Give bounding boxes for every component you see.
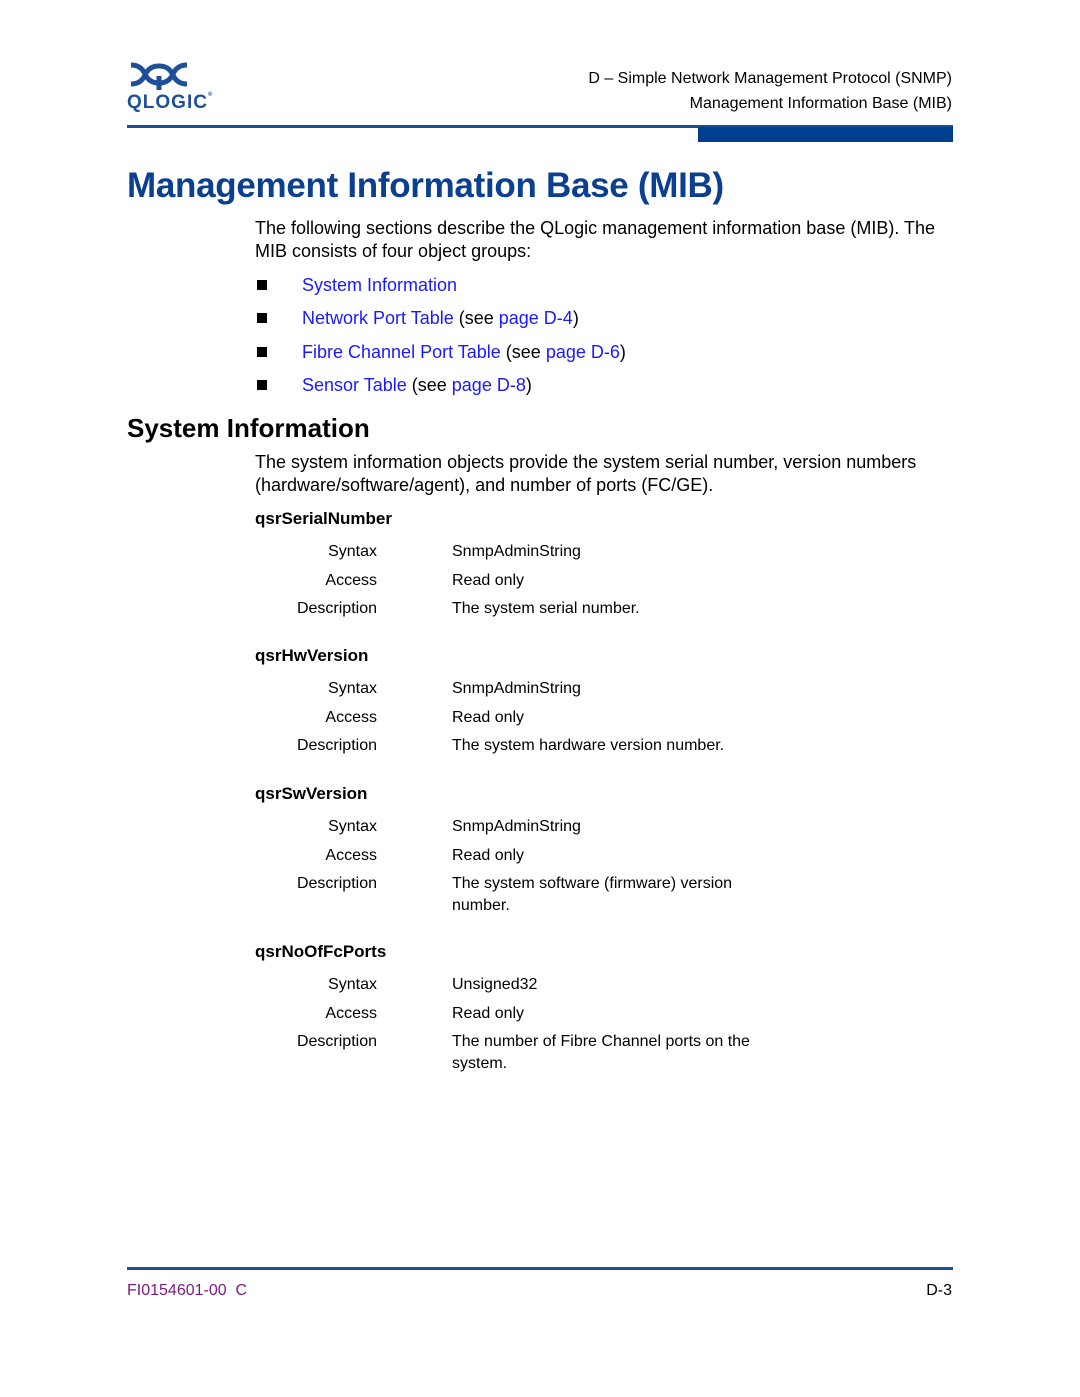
property-value: SnmpAdminString bbox=[452, 680, 581, 697]
running-header: D – Simple Network Management Protocol (… bbox=[588, 66, 952, 116]
page-title: Management Information Base (MIB) bbox=[127, 166, 724, 205]
object-name: qsrSwVersion bbox=[255, 784, 368, 803]
property-row: Syntax Unsigned32 bbox=[255, 974, 955, 1003]
see-text: (see bbox=[406, 374, 452, 395]
property-row: Description The number of Fibre Channel p… bbox=[255, 1031, 955, 1081]
property-label: Description bbox=[296, 875, 377, 893]
bullet-square-icon bbox=[257, 280, 267, 290]
property-value: Read only bbox=[452, 1004, 525, 1022]
object-properties: Syntax SnmpAdminString Access Read only De… bbox=[255, 541, 955, 627]
mib-object-qsrswversion: qsrSwVersion Syntax SnmpAdminString Acces… bbox=[255, 782, 955, 923]
property-value: The number of Fibre Channel ports on the… bbox=[452, 1033, 750, 1073]
property-label: Syntax bbox=[328, 976, 377, 993]
object-properties: Syntax SnmpAdminString Access Read only De… bbox=[255, 816, 955, 923]
property-label: Access bbox=[325, 571, 377, 589]
link-sensor-table[interactable]: Sensor Table bbox=[302, 375, 407, 395]
property-value: The system serial number. bbox=[452, 600, 640, 618]
property-label: Access bbox=[325, 1004, 377, 1022]
header-section: Management Information Base (MIB) bbox=[689, 95, 952, 112]
bullet-square-icon bbox=[257, 379, 267, 390]
object-name: qsrHwVersion bbox=[255, 646, 369, 665]
property-label: Syntax bbox=[328, 543, 377, 560]
property-value: The system software (firmware) version n… bbox=[452, 875, 733, 915]
logo-wordmark: QLOGIC® bbox=[127, 92, 212, 114]
property-row: Description The system hardware version n… bbox=[255, 735, 955, 764]
property-value: SnmpAdminString bbox=[452, 818, 581, 835]
property-row: Access Read only bbox=[255, 707, 955, 736]
paren-close: ) bbox=[572, 308, 579, 329]
property-row: Description The system software (firmware… bbox=[255, 873, 955, 923]
mib-object-qsrhwversion: qsrHwVersion Syntax SnmpAdminString Acces… bbox=[255, 644, 955, 764]
section-title: System Information bbox=[127, 413, 370, 443]
object-properties: Syntax Unsigned32 Access Read only Descrip… bbox=[255, 974, 955, 1081]
property-row: Description The system serial number. bbox=[255, 598, 955, 627]
property-row: Access Read only bbox=[255, 845, 955, 874]
property-row: Access Read only bbox=[255, 570, 955, 599]
property-value: SnmpAdminString bbox=[452, 543, 581, 560]
paren-close: ) bbox=[619, 341, 626, 362]
property-value: The system hardware version number. bbox=[452, 737, 725, 755]
intro-paragraph: The following sections describe the QLog… bbox=[255, 218, 936, 261]
see-text: (see bbox=[500, 341, 546, 362]
object-properties: Syntax SnmpAdminString Access Read only De… bbox=[255, 678, 955, 764]
header-chapter: D – Simple Network Management Protocol (… bbox=[588, 70, 952, 87]
bullet-square-icon bbox=[257, 313, 267, 324]
footer-rule bbox=[127, 1267, 953, 1270]
property-value: Read only bbox=[452, 571, 525, 589]
property-label: Syntax bbox=[328, 680, 377, 697]
document-number: FI0154601-00 C bbox=[127, 1282, 248, 1299]
bullet-square-icon bbox=[257, 346, 267, 357]
mib-object-qsrserialnumber: qsrSerialNumber Syntax SnmpAdminString Ac… bbox=[255, 507, 955, 627]
property-row: Syntax SnmpAdminString bbox=[255, 541, 955, 570]
see-text: (see bbox=[453, 308, 499, 329]
property-label: Description bbox=[296, 737, 377, 755]
property-label: Syntax bbox=[328, 818, 377, 835]
object-name: qsrNoOfFcPorts bbox=[255, 942, 387, 961]
paren-close: ) bbox=[525, 374, 532, 395]
link-page-d4[interactable]: page D-4 bbox=[499, 308, 573, 328]
page-number: D-3 bbox=[926, 1282, 952, 1299]
property-label: Description bbox=[296, 600, 377, 618]
qlogic-logo-icon bbox=[130, 62, 188, 90]
link-system-information[interactable]: System Information bbox=[302, 275, 457, 295]
logo-text: QLOGIC bbox=[127, 92, 208, 113]
registered-mark: ® bbox=[207, 92, 213, 98]
property-value: Read only bbox=[452, 846, 525, 864]
link-page-d6[interactable]: page D-6 bbox=[546, 342, 620, 362]
property-row: Access Read only bbox=[255, 1003, 955, 1032]
link-page-d8[interactable]: page D-8 bbox=[452, 375, 526, 395]
property-row: Syntax SnmpAdminString bbox=[255, 816, 955, 845]
qlogic-logo: QLOGIC® bbox=[127, 62, 222, 118]
property-value: Read only bbox=[452, 708, 525, 726]
header-accent-bar bbox=[698, 127, 953, 142]
property-label: Access bbox=[325, 846, 377, 864]
link-network-port-table[interactable]: Network Port Table bbox=[302, 308, 454, 328]
property-row: Syntax SnmpAdminString bbox=[255, 678, 955, 707]
object-name: qsrSerialNumber bbox=[255, 509, 392, 528]
section-intro: The system information objects provide t… bbox=[255, 452, 917, 495]
link-fibre-channel-port-table[interactable]: Fibre Channel Port Table bbox=[302, 342, 501, 362]
property-value: Unsigned32 bbox=[452, 976, 538, 993]
property-label: Description bbox=[296, 1033, 377, 1051]
property-label: Access bbox=[325, 708, 377, 726]
mib-object-qsrnooffcports: qsrNoOfFcPorts Syntax Unsigned32 Access Re… bbox=[255, 940, 955, 1081]
